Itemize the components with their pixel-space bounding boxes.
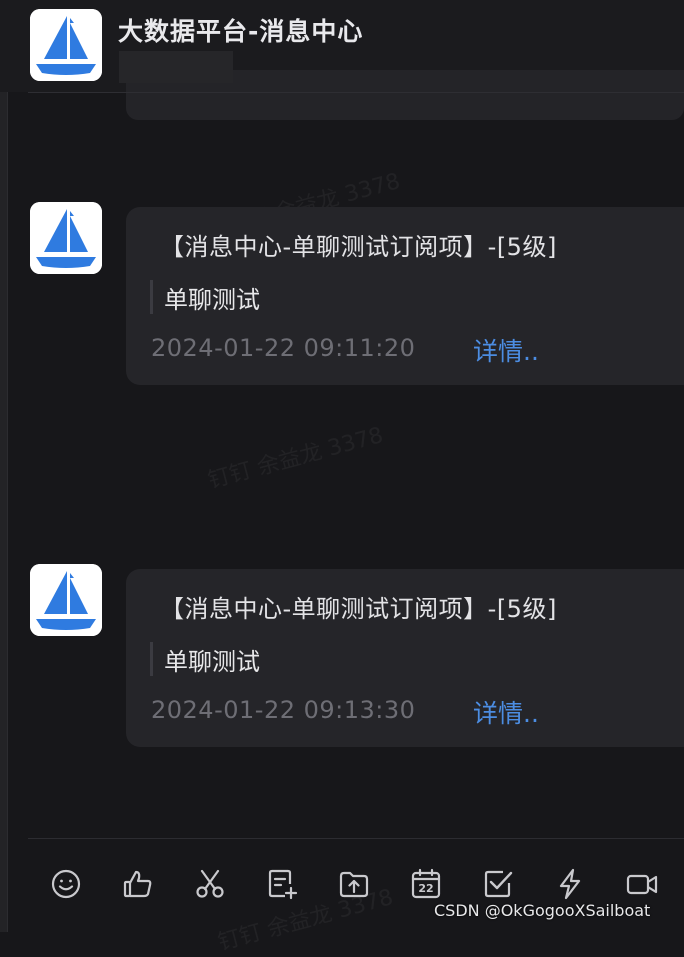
lightning-icon bbox=[559, 868, 581, 900]
detail-link[interactable]: 详情.. bbox=[473, 332, 539, 368]
emoji-icon bbox=[51, 869, 81, 899]
message-title: 【消息中心-单聊测试订阅项】-[5级] bbox=[160, 595, 557, 623]
quote-bar bbox=[150, 642, 153, 676]
sailboat-icon bbox=[30, 564, 102, 636]
emoji-button[interactable] bbox=[46, 864, 86, 904]
upload-folder-icon bbox=[339, 871, 369, 898]
new-document-button[interactable] bbox=[262, 864, 302, 904]
calendar-day: 22 bbox=[418, 882, 433, 895]
sailboat-icon bbox=[30, 9, 102, 81]
quote-bar bbox=[150, 280, 153, 314]
message-title: 【消息中心-单聊测试订阅项】-[5级] bbox=[160, 233, 557, 261]
message-card[interactable]: 【消息中心-单聊测试订阅项】-[5级] 单聊测试 2024-01-22 09:1… bbox=[126, 207, 684, 385]
message-timestamp: 2024-01-22 09:13:30 bbox=[151, 696, 416, 724]
app-avatar[interactable] bbox=[30, 9, 102, 81]
upload-file-button[interactable] bbox=[334, 864, 374, 904]
watermark: 钉钉 余益龙 3378 bbox=[205, 423, 386, 494]
message-card[interactable]: 【消息中心-单聊测试订阅项】-[5级] 单聊测试 2024-01-22 09:1… bbox=[126, 569, 684, 747]
scissors-icon bbox=[196, 869, 224, 898]
message-body: 单聊测试 bbox=[164, 286, 260, 314]
screenshot-button[interactable] bbox=[190, 864, 230, 904]
task-button[interactable] bbox=[478, 864, 518, 904]
sender-avatar[interactable] bbox=[30, 202, 102, 274]
checkbox-icon bbox=[484, 870, 513, 898]
calendar-button[interactable]: 22 bbox=[406, 864, 446, 904]
csdn-credit: CSDN @OkGogooXSailboat bbox=[434, 901, 651, 920]
message-body: 单聊测试 bbox=[164, 648, 260, 676]
document-add-icon bbox=[268, 869, 298, 900]
redacted-subtitle bbox=[119, 51, 233, 83]
video-icon bbox=[626, 874, 658, 895]
message-timestamp: 2024-01-22 09:11:20 bbox=[151, 334, 416, 362]
left-rail bbox=[0, 0, 8, 932]
like-button[interactable] bbox=[118, 864, 158, 904]
chat-title: 大数据平台-消息中心 bbox=[118, 17, 364, 46]
video-call-button[interactable] bbox=[622, 864, 662, 904]
quick-action-button[interactable] bbox=[550, 864, 590, 904]
calendar-icon: 22 bbox=[411, 868, 441, 899]
sailboat-icon bbox=[30, 202, 102, 274]
detail-link[interactable]: 详情.. bbox=[473, 694, 539, 730]
sender-avatar[interactable] bbox=[30, 564, 102, 636]
thumbs-up-icon bbox=[123, 870, 152, 898]
toolbar-divider bbox=[28, 838, 684, 839]
header-divider bbox=[28, 92, 684, 93]
